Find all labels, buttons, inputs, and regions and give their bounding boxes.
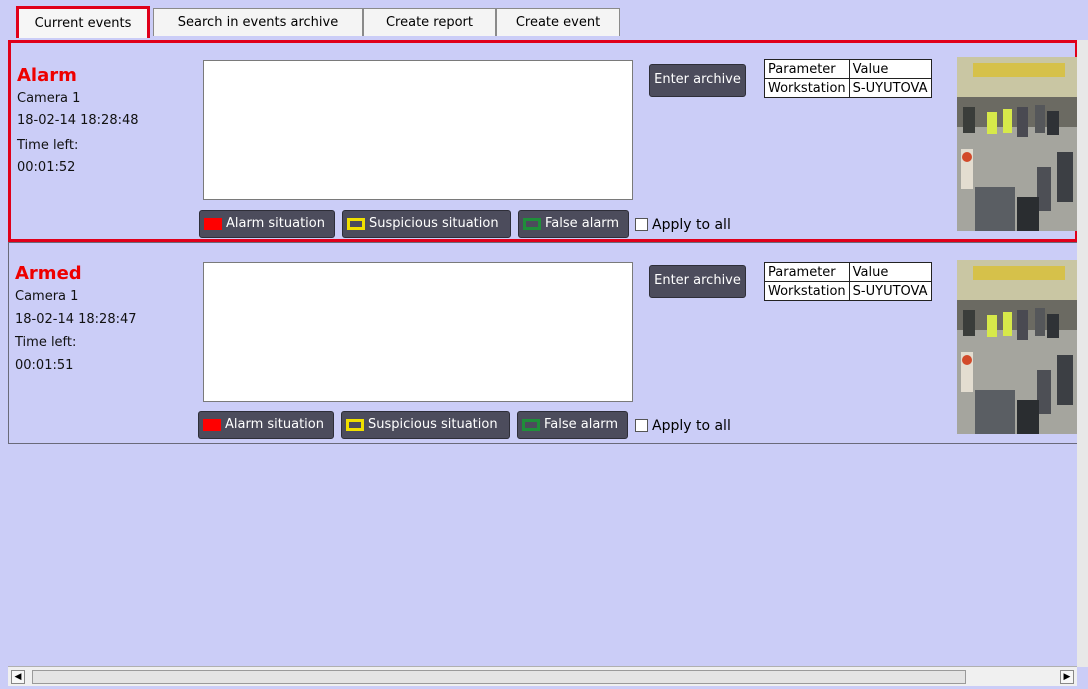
tab-create-event[interactable]: Create event [496, 8, 620, 36]
camera-snapshot[interactable] [957, 57, 1079, 231]
false-alarm-color-icon [523, 218, 541, 230]
suspicious-situation-label: Suspicious situation [368, 417, 498, 432]
checkbox-box[interactable] [635, 218, 648, 231]
apply-to-all-label: Apply to all [652, 418, 731, 434]
time-left-label: Time left: [17, 138, 79, 153]
suspicious-color-icon [346, 419, 364, 431]
time-left-label: Time left: [15, 335, 77, 350]
enter-archive-button[interactable]: Enter archive [649, 64, 746, 97]
enter-archive-button[interactable]: Enter archive [649, 265, 746, 298]
param-header-parameter: Parameter [764, 262, 850, 282]
param-name: Workstation [764, 281, 850, 301]
false-alarm-button[interactable]: False alarm [518, 210, 629, 238]
tab-search-events-archive[interactable]: Search in events archive [153, 8, 363, 36]
time-left-value: 00:01:52 [17, 160, 76, 175]
suspicious-situation-button[interactable]: Suspicious situation [341, 411, 510, 439]
event-camera: Camera 1 [17, 91, 81, 106]
false-alarm-button[interactable]: False alarm [517, 411, 628, 439]
param-value: S-UYUTOVA [848, 281, 932, 301]
time-left-value: 00:01:51 [15, 358, 74, 373]
false-alarm-label: False alarm [545, 216, 620, 231]
scroll-thumb[interactable] [32, 670, 966, 684]
apply-to-all-label: Apply to all [652, 217, 731, 233]
event-comment-field[interactable] [203, 60, 633, 200]
horizontal-scrollbar[interactable]: ◀ ▶ [8, 666, 1077, 686]
event-camera: Camera 1 [15, 289, 79, 304]
suspicious-color-icon [347, 218, 365, 230]
tab-create-report[interactable]: Create report [363, 8, 496, 36]
param-header-value: Value [848, 262, 932, 282]
checkbox-box[interactable] [635, 419, 648, 432]
suspicious-situation-label: Suspicious situation [369, 216, 499, 231]
scroll-right-icon[interactable]: ▶ [1060, 670, 1074, 684]
event-datetime: 18-02-14 18:28:48 [17, 113, 139, 128]
param-name: Workstation [764, 78, 850, 98]
alarm-situation-button[interactable]: Alarm situation [198, 411, 334, 439]
alarm-situation-label: Alarm situation [226, 216, 325, 231]
suspicious-situation-button[interactable]: Suspicious situation [342, 210, 511, 238]
alarm-color-icon [204, 218, 222, 230]
event-title: Alarm [17, 65, 77, 86]
event-panel-armed[interactable]: Armed Camera 1 18-02-14 18:28:47 Time le… [8, 242, 1079, 444]
param-header-parameter: Parameter [764, 59, 850, 79]
scroll-left-icon[interactable]: ◀ [11, 670, 25, 684]
tab-current-events[interactable]: Current events [16, 6, 150, 38]
alarm-situation-button[interactable]: Alarm situation [199, 210, 335, 238]
event-title: Armed [15, 263, 82, 284]
false-alarm-label: False alarm [544, 417, 619, 432]
event-datetime: 18-02-14 18:28:47 [15, 312, 137, 327]
event-comment-field[interactable] [203, 262, 633, 402]
false-alarm-color-icon [522, 419, 540, 431]
vertical-scrollbar[interactable] [1077, 40, 1088, 667]
apply-to-all-checkbox[interactable]: Apply to all [635, 217, 731, 233]
tab-bar: Current events Search in events archive … [8, 6, 1088, 38]
alarm-color-icon [203, 419, 221, 431]
camera-snapshot[interactable] [957, 260, 1079, 434]
apply-to-all-checkbox[interactable]: Apply to all [635, 418, 731, 434]
parameter-table: Parameter Value Workstation S-UYUTOVA [764, 262, 932, 301]
param-header-value: Value [848, 59, 932, 79]
param-value: S-UYUTOVA [848, 78, 932, 98]
parameter-table: Parameter Value Workstation S-UYUTOVA [764, 59, 932, 98]
event-panel-alarm[interactable]: Alarm Camera 1 18-02-14 18:28:48 Time le… [8, 40, 1079, 242]
alarm-situation-label: Alarm situation [225, 417, 324, 432]
